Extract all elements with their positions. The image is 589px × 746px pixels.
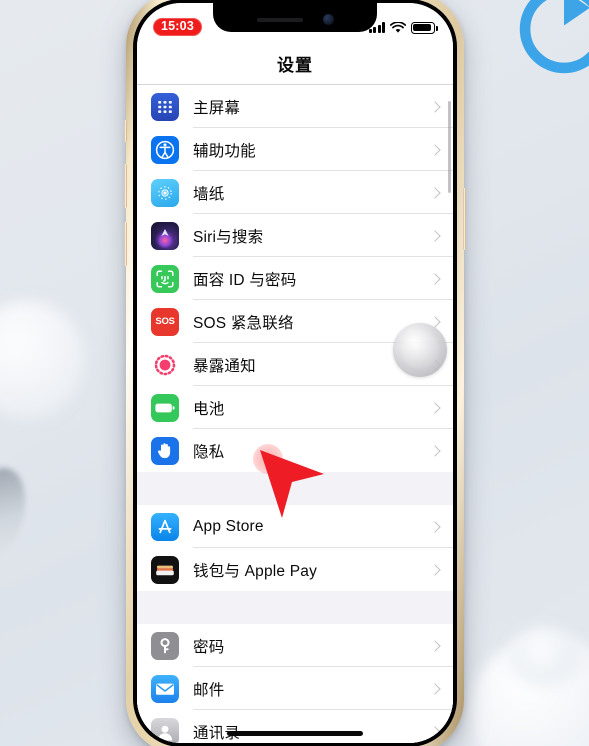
settings-group-1: 主屏幕 辅助功能 墙纸 Siri与搜索 面容 ID 与密码 SOS SOS 紧急… bbox=[137, 85, 453, 472]
assistive-touch-button[interactable] bbox=[393, 323, 447, 377]
settings-row-label: 主屏幕 bbox=[193, 99, 241, 117]
phone-bezel: 15:03 设置 主屏幕 辅助功能 墙纸 Siri与搜索 面容 ID 与密码 S… bbox=[133, 0, 457, 746]
background-object-bottom-right-small bbox=[509, 626, 579, 686]
chevron-right-icon bbox=[429, 401, 441, 414]
settings-row-accessibility[interactable]: 辅助功能 bbox=[137, 128, 453, 171]
settings-row-label: SOS 紧急联络 bbox=[193, 314, 294, 332]
home-indicator[interactable] bbox=[227, 731, 363, 736]
chevron-right-icon bbox=[429, 143, 441, 156]
scroll-indicator[interactable] bbox=[447, 101, 451, 193]
exposure-notification-icon bbox=[151, 350, 179, 379]
front-camera-icon bbox=[322, 14, 334, 25]
app-store-icon bbox=[151, 512, 179, 541]
settings-row-label: 电池 bbox=[193, 400, 225, 418]
settings-row-home-screen[interactable]: 主屏幕 bbox=[137, 85, 453, 128]
chevron-right-icon bbox=[429, 725, 441, 738]
privacy-hand-icon bbox=[151, 436, 179, 465]
blue-refresh-watermark-icon bbox=[519, 0, 589, 74]
settings-row-label: 墙纸 bbox=[193, 185, 225, 203]
chevron-right-icon bbox=[429, 229, 441, 242]
settings-row-battery[interactable]: 电池 bbox=[137, 386, 453, 429]
navbar-divider bbox=[137, 84, 453, 85]
settings-row-label: 辅助功能 bbox=[193, 142, 256, 160]
battery-icon bbox=[411, 21, 438, 34]
siri-icon bbox=[151, 221, 179, 250]
settings-row-label: App Store bbox=[193, 517, 264, 535]
contacts-icon bbox=[151, 717, 179, 743]
wallpaper-icon bbox=[151, 178, 179, 207]
volume-down-button[interactable] bbox=[124, 222, 127, 266]
settings-list[interactable]: 主屏幕 辅助功能 墙纸 Siri与搜索 面容 ID 与密码 SOS SOS 紧急… bbox=[137, 85, 453, 743]
notch bbox=[213, 3, 377, 32]
settings-row-mail[interactable]: 邮件 bbox=[137, 667, 453, 710]
chevron-right-icon bbox=[429, 563, 441, 576]
volume-up-button[interactable] bbox=[124, 164, 127, 208]
phone-screen: 15:03 设置 主屏幕 辅助功能 墙纸 Siri与搜索 面容 ID 与密码 S… bbox=[137, 3, 453, 743]
chevron-right-icon bbox=[429, 682, 441, 695]
scene-background: 15:03 设置 主屏幕 辅助功能 墙纸 Siri与搜索 面容 ID 与密码 S… bbox=[0, 0, 589, 746]
settings-row-label: Siri与搜索 bbox=[193, 228, 264, 246]
settings-row-label: 密码 bbox=[193, 638, 225, 656]
passwords-key-icon bbox=[151, 631, 179, 660]
page-title: 设置 bbox=[277, 55, 313, 75]
chevron-right-icon bbox=[429, 444, 441, 457]
home-screen-icon bbox=[151, 92, 179, 121]
group-separator bbox=[137, 591, 453, 624]
chevron-right-icon bbox=[429, 186, 441, 199]
settings-group-3: 密码 邮件 通讯录 bbox=[137, 624, 453, 743]
status-time: 15:03 bbox=[153, 18, 202, 36]
status-icons bbox=[368, 21, 438, 34]
power-button[interactable] bbox=[463, 188, 466, 250]
navigation-bar: 设置 bbox=[137, 41, 453, 85]
background-object-pen bbox=[0, 462, 37, 564]
settings-row-wallet[interactable]: 钱包与 Apple Pay bbox=[137, 548, 453, 591]
battery-settings-icon bbox=[151, 393, 179, 422]
accessibility-icon bbox=[151, 135, 179, 164]
face-id-icon bbox=[151, 264, 179, 293]
settings-row-passwords[interactable]: 密码 bbox=[137, 624, 453, 667]
wifi-icon bbox=[390, 21, 406, 33]
settings-row-siri[interactable]: Siri与搜索 bbox=[137, 214, 453, 257]
settings-row-label: 钱包与 Apple Pay bbox=[193, 562, 318, 580]
earpiece-speaker bbox=[256, 17, 303, 22]
chevron-right-icon bbox=[429, 639, 441, 652]
iphone-device: 15:03 设置 主屏幕 辅助功能 墙纸 Siri与搜索 面容 ID 与密码 S… bbox=[124, 0, 466, 746]
chevron-right-icon bbox=[429, 100, 441, 113]
settings-row-wallpaper[interactable]: 墙纸 bbox=[137, 171, 453, 214]
settings-row-label: 邮件 bbox=[193, 681, 225, 699]
mute-switch[interactable] bbox=[124, 120, 127, 142]
sos-icon: SOS bbox=[151, 307, 179, 336]
mail-icon bbox=[151, 674, 179, 703]
chevron-right-icon bbox=[429, 272, 441, 285]
wallet-icon bbox=[151, 555, 179, 584]
mouse-cursor-pointer bbox=[260, 450, 324, 518]
background-object-top-left bbox=[0, 300, 85, 420]
chevron-right-icon bbox=[429, 520, 441, 533]
settings-row-label: 面容 ID 与密码 bbox=[193, 271, 297, 289]
settings-row-contacts[interactable]: 通讯录 bbox=[137, 710, 453, 743]
settings-row-face-id[interactable]: 面容 ID 与密码 bbox=[137, 257, 453, 300]
